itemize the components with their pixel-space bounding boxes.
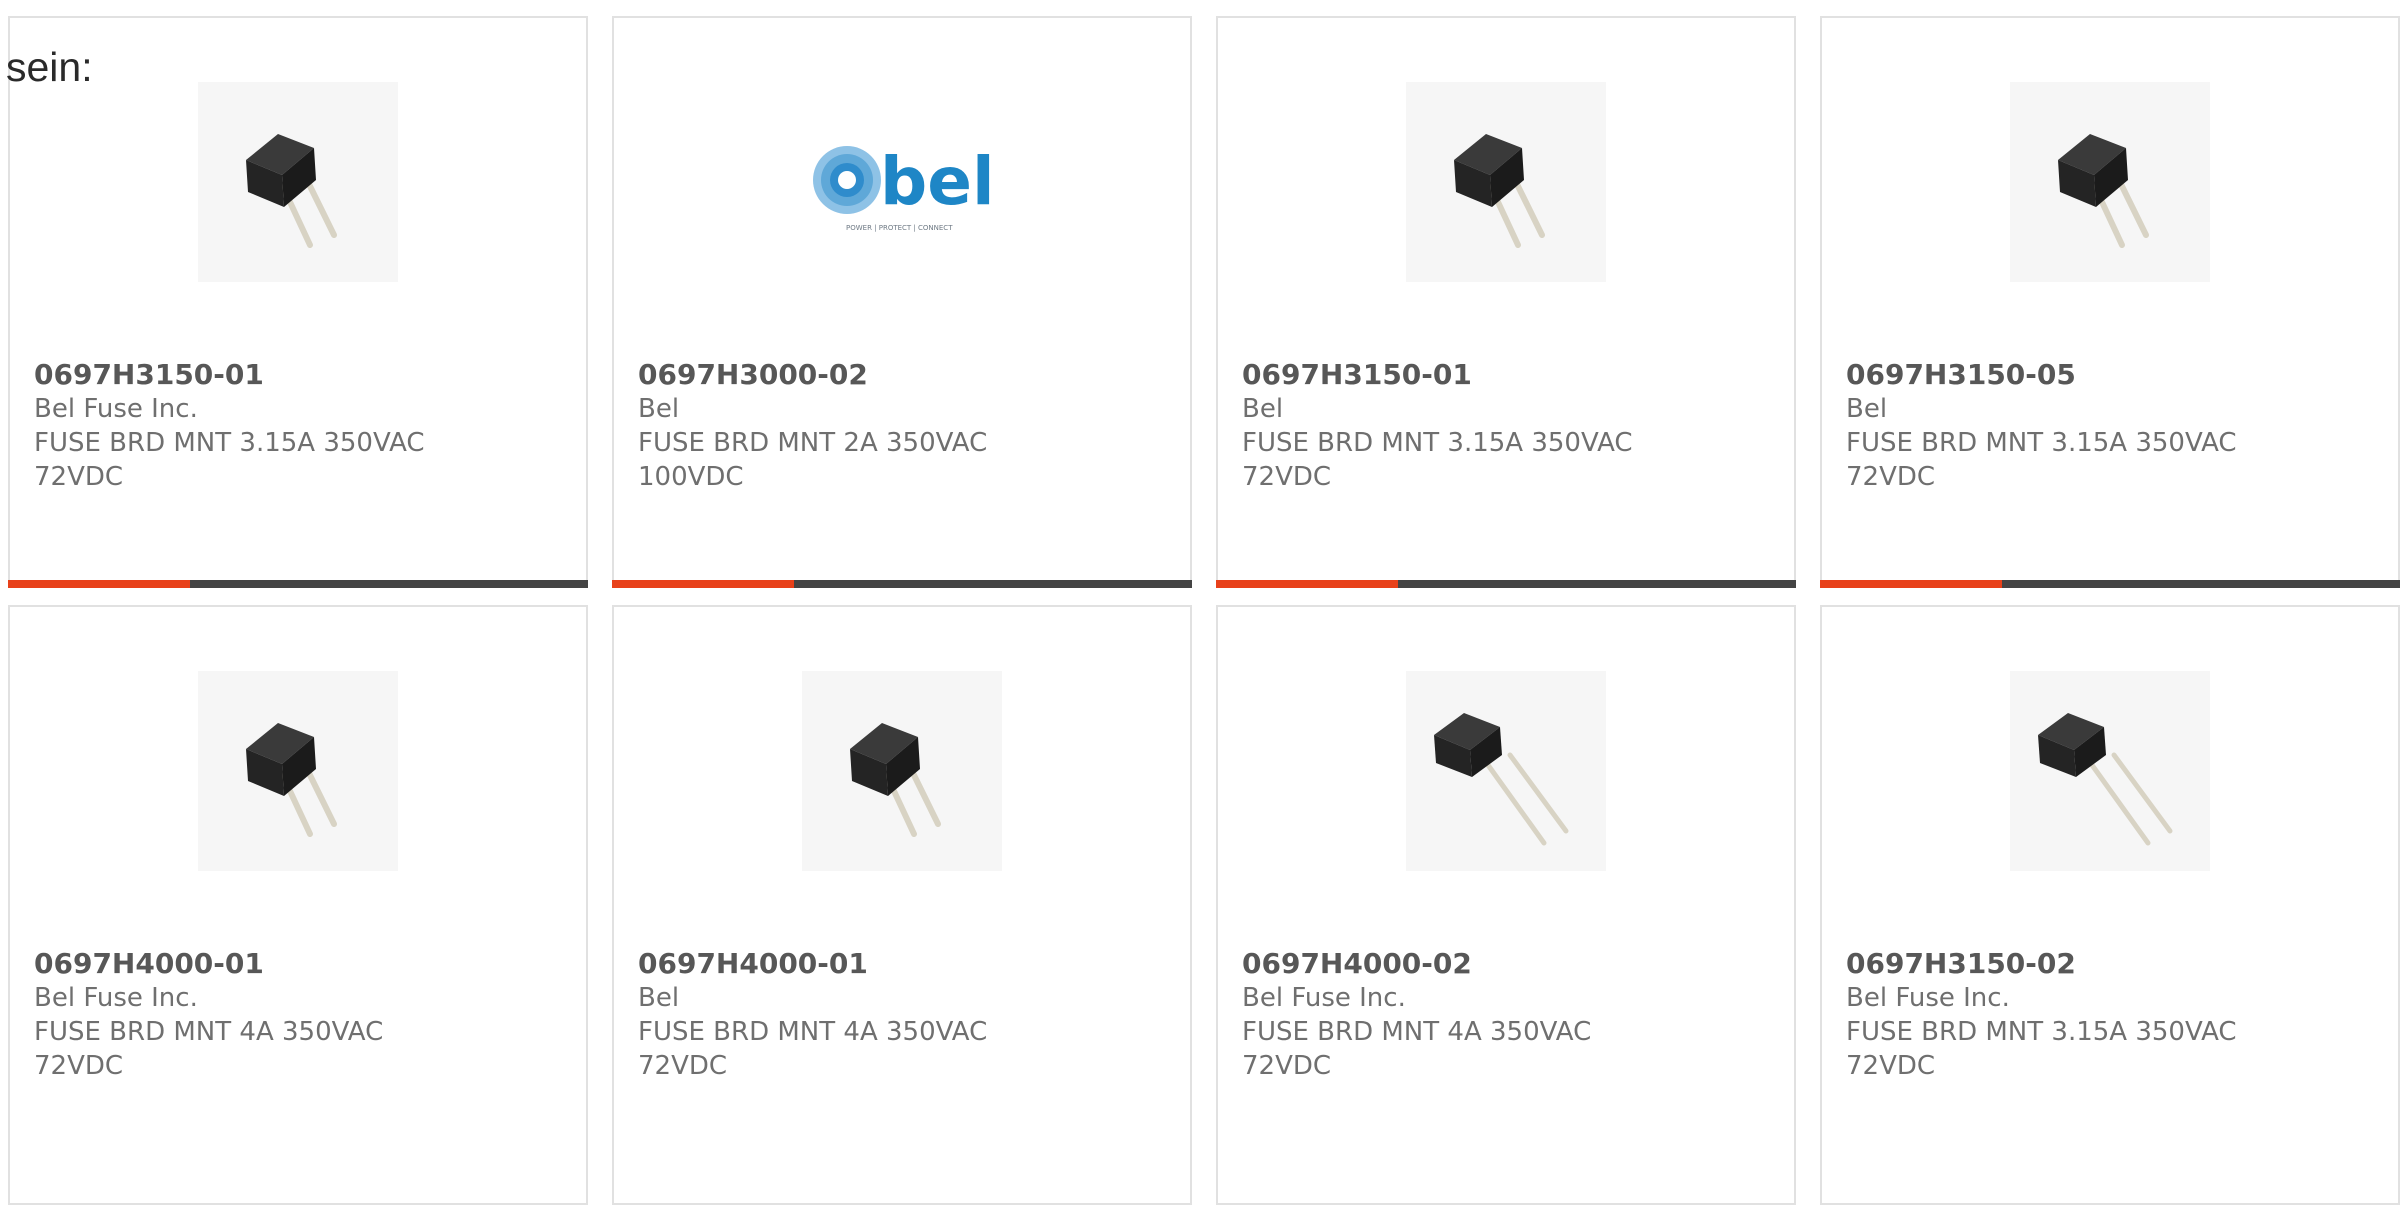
fuse-image[interactable]: [2010, 82, 2210, 282]
intro-text: sein:: [6, 44, 93, 90]
fuse-image[interactable]: [198, 671, 398, 871]
fuse-image-long-leads[interactable]: [1406, 671, 1606, 871]
fuse-image[interactable]: [802, 671, 1002, 871]
logo-tagline: POWER | PROTECT | CONNECT: [846, 224, 953, 232]
manufacturer: Bel Fuse Inc.: [1846, 983, 2010, 1013]
manufacturer: Bel: [638, 394, 680, 424]
part-number[interactable]: 0697H4000-02: [1242, 947, 1774, 981]
description: FUSE BRD MNT 3.15A 350VAC: [1846, 1017, 2237, 1047]
card-bottom-bar: [1820, 580, 2400, 588]
description: FUSE BRD MNT 4A 350VAC: [34, 1017, 384, 1047]
part-number[interactable]: 0697H4000-01: [34, 947, 566, 981]
part-number[interactable]: 0697H4000-01: [638, 947, 1170, 981]
product-card[interactable]: bel POWER | PROTECT | CONNECT 0697H3000-…: [612, 16, 1192, 588]
card-bottom-bar: [612, 580, 1192, 588]
description: FUSE BRD MNT 2A 350VAC: [638, 428, 988, 458]
card-accent-bar: [8, 580, 190, 588]
part-number[interactable]: 0697H3150-01: [34, 358, 566, 392]
part-number[interactable]: 0697H3150-01: [1242, 358, 1774, 392]
description: FUSE BRD MNT 3.15A 350VAC: [1846, 428, 2237, 458]
description-line2: 72VDC: [1242, 1051, 1332, 1081]
part-number[interactable]: 0697H3150-02: [1846, 947, 2378, 981]
manufacturer: Bel: [1242, 394, 1284, 424]
description: FUSE BRD MNT 3.15A 350VAC: [34, 428, 425, 458]
product-card[interactable]: 0697H4000-02 Bel Fuse Inc. FUSE BRD MNT …: [1216, 605, 1796, 1205]
card-bottom-bar: [8, 580, 588, 588]
product-card[interactable]: 0697H3150-01 Bel FUSE BRD MNT 3.15A 350V…: [1216, 16, 1796, 588]
manufacturer: Bel Fuse Inc.: [34, 394, 198, 424]
product-card[interactable]: 0697H3150-01 Bel Fuse Inc. FUSE BRD MNT …: [8, 16, 588, 588]
description-line2: 72VDC: [638, 1051, 728, 1081]
manufacturer: Bel Fuse Inc.: [1242, 983, 1406, 1013]
manufacturer: Bel: [638, 983, 680, 1013]
description-line2: 72VDC: [1846, 1051, 1936, 1081]
card-accent-bar: [1820, 580, 2002, 588]
description-line2: 72VDC: [1242, 462, 1332, 492]
description: FUSE BRD MNT 4A 350VAC: [638, 1017, 988, 1047]
card-accent-bar: [1216, 580, 1398, 588]
description-line2: 100VDC: [638, 462, 744, 492]
description: FUSE BRD MNT 4A 350VAC: [1242, 1017, 1592, 1047]
fuse-image[interactable]: [198, 82, 398, 282]
fuse-image-long-leads[interactable]: [2010, 671, 2210, 871]
description-line2: 72VDC: [34, 462, 124, 492]
manufacturer: Bel Fuse Inc.: [34, 983, 198, 1013]
logo-wordmark: bel: [880, 143, 995, 220]
part-number[interactable]: 0697H3150-05: [1846, 358, 2378, 392]
product-card[interactable]: 0697H3150-02 Bel Fuse Inc. FUSE BRD MNT …: [1820, 605, 2400, 1205]
product-card[interactable]: 0697H4000-01 Bel Fuse Inc. FUSE BRD MNT …: [8, 605, 588, 1205]
description-line2: 72VDC: [34, 1051, 124, 1081]
part-number[interactable]: 0697H3000-02: [638, 358, 1170, 392]
description: FUSE BRD MNT 3.15A 350VAC: [1242, 428, 1633, 458]
card-accent-bar: [612, 580, 794, 588]
product-card[interactable]: 0697H3150-05 Bel FUSE BRD MNT 3.15A 350V…: [1820, 16, 2400, 588]
bel-logo[interactable]: bel POWER | PROTECT | CONNECT: [802, 82, 1002, 282]
product-card[interactable]: 0697H4000-01 Bel FUSE BRD MNT 4A 350VAC …: [612, 605, 1192, 1205]
card-bottom-bar: [1216, 580, 1796, 588]
description-line2: 72VDC: [1846, 462, 1936, 492]
fuse-image[interactable]: [1406, 82, 1606, 282]
manufacturer: Bel: [1846, 394, 1888, 424]
